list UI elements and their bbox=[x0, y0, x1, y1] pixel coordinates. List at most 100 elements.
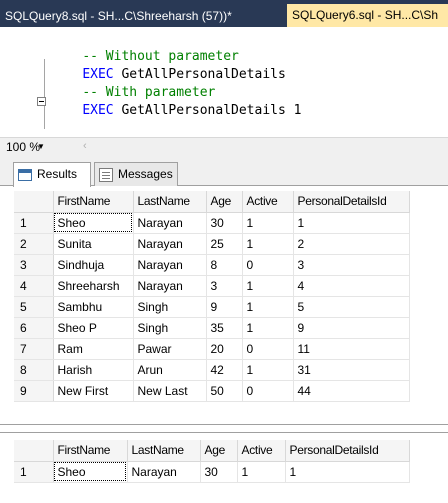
table-cell[interactable]: 1 bbox=[242, 317, 294, 339]
row-number[interactable]: 9 bbox=[14, 380, 54, 402]
code-line-1[interactable]: -- Without parameter bbox=[51, 30, 239, 64]
table-cell[interactable]: Ram bbox=[53, 338, 134, 360]
outline-guide-line bbox=[44, 59, 45, 129]
table-cell[interactable]: Narayan bbox=[133, 275, 207, 297]
table-row[interactable]: 1 Sheo Narayan 30 1 1 bbox=[14, 461, 410, 483]
table-cell[interactable]: Arun bbox=[133, 359, 207, 381]
table-cell[interactable]: 0 bbox=[242, 338, 294, 360]
table-cell[interactable]: Sambhu bbox=[53, 296, 134, 318]
table-cell[interactable]: 25 bbox=[206, 233, 243, 255]
table-cell[interactable]: Singh bbox=[133, 296, 207, 318]
row-number[interactable]: 7 bbox=[14, 338, 54, 360]
table-cell[interactable]: Sheo P bbox=[53, 317, 134, 339]
tab-sqlquery6[interactable]: SQLQuery6.sql - SH...C\Sh bbox=[287, 4, 448, 27]
table-cell[interactable]: 20 bbox=[206, 338, 243, 360]
column-header[interactable]: LastName bbox=[133, 191, 207, 213]
table-row[interactable]: 1 Sheo Narayan 30 1 1 bbox=[14, 212, 410, 234]
table-cell[interactable]: 31 bbox=[293, 359, 410, 381]
table-cell[interactable]: 1 bbox=[242, 359, 294, 381]
column-header[interactable]: FirstName bbox=[53, 440, 128, 462]
table-cell[interactable]: Singh bbox=[133, 317, 207, 339]
tab-sqlquery8[interactable]: SQLQuery8.sql - SH...C\Shreeharsh (57))* bbox=[0, 5, 287, 27]
table-cell[interactable]: 42 bbox=[206, 359, 243, 381]
table-cell[interactable]: Sindhuja bbox=[53, 254, 134, 276]
table-cell[interactable]: 1 bbox=[237, 461, 286, 483]
table-cell[interactable]: 50 bbox=[206, 380, 243, 402]
table-cell[interactable]: Narayan bbox=[133, 233, 207, 255]
table-cell[interactable]: 11 bbox=[293, 338, 410, 360]
table-cell[interactable]: Shreeharsh bbox=[53, 275, 134, 297]
table-cell[interactable]: 30 bbox=[200, 461, 238, 483]
table-cell[interactable]: Sunita bbox=[53, 233, 134, 255]
table-cell[interactable]: Sheo bbox=[53, 212, 134, 234]
row-number[interactable]: 1 bbox=[14, 212, 54, 234]
table-cell[interactable]: 1 bbox=[285, 461, 410, 483]
table-cell[interactable]: New Last bbox=[133, 380, 207, 402]
collapse-minus-icon[interactable] bbox=[37, 97, 46, 106]
table-cell[interactable]: 3 bbox=[206, 275, 243, 297]
table-cell[interactable]: New First bbox=[53, 380, 134, 402]
query-editor[interactable]: -- Without parameter EXEC GetAllPersonal… bbox=[0, 27, 448, 137]
table-cell[interactable]: Harish bbox=[53, 359, 134, 381]
table-cell[interactable]: 1 bbox=[242, 212, 294, 234]
result-table-1: FirstName LastName Age Active PersonalDe… bbox=[14, 191, 410, 402]
table-cell[interactable]: 1 bbox=[242, 233, 294, 255]
column-header[interactable]: LastName bbox=[127, 440, 201, 462]
code-line-4[interactable]: EXEC GetAllPersonalDetails 1 bbox=[51, 84, 301, 118]
table-cell[interactable]: 30 bbox=[206, 212, 243, 234]
column-header[interactable]: Age bbox=[200, 440, 238, 462]
result-grid-1[interactable]: FirstName LastName Age Active PersonalDe… bbox=[0, 187, 448, 425]
column-header[interactable]: PersonalDetailsId bbox=[293, 191, 410, 213]
table-cell[interactable]: 3 bbox=[293, 254, 410, 276]
row-header-corner[interactable] bbox=[14, 191, 54, 213]
row-number[interactable]: 4 bbox=[14, 275, 54, 297]
table-cell[interactable]: Pawar bbox=[133, 338, 207, 360]
procedure-call: GetAllPersonalDetails 1 bbox=[113, 103, 302, 118]
result-grid-2[interactable]: FirstName LastName Age Active PersonalDe… bbox=[0, 432, 448, 503]
row-number[interactable]: 6 bbox=[14, 317, 54, 339]
table-row[interactable]: 5 Sambhu Singh 9 1 5 bbox=[14, 296, 410, 318]
row-number[interactable]: 3 bbox=[14, 254, 54, 276]
table-row[interactable]: 6 Sheo P Singh 35 1 9 bbox=[14, 317, 410, 339]
column-header[interactable]: Age bbox=[206, 191, 243, 213]
table-cell[interactable]: 9 bbox=[293, 317, 410, 339]
code-line-2[interactable]: EXEC GetAllPersonalDetails bbox=[51, 48, 286, 82]
tab-messages[interactable]: Messages bbox=[94, 162, 178, 186]
table-row[interactable]: 2 Sunita Narayan 25 1 2 bbox=[14, 233, 410, 255]
table-row[interactable]: 9 New First New Last 50 0 44 bbox=[14, 380, 410, 402]
table-cell[interactable]: 1 bbox=[242, 275, 294, 297]
column-header[interactable]: FirstName bbox=[53, 191, 134, 213]
scroll-left-arrow-icon[interactable]: ‹ bbox=[83, 140, 87, 152]
table-row[interactable]: 4 Shreeharsh Narayan 3 1 4 bbox=[14, 275, 410, 297]
row-header-corner[interactable] bbox=[14, 440, 54, 462]
table-cell[interactable]: 2 bbox=[293, 233, 410, 255]
table-row[interactable]: 7 Ram Pawar 20 0 11 bbox=[14, 338, 410, 360]
table-row[interactable]: 3 Sindhuja Narayan 8 0 3 bbox=[14, 254, 410, 276]
table-cell[interactable]: 1 bbox=[293, 212, 410, 234]
zoom-level[interactable]: 100 % bbox=[6, 140, 40, 154]
table-cell[interactable]: Sheo bbox=[53, 461, 128, 483]
row-number[interactable]: 8 bbox=[14, 359, 54, 381]
zoom-dropdown-arrow-icon[interactable]: ▼ bbox=[37, 142, 45, 151]
row-number[interactable]: 1 bbox=[14, 461, 54, 483]
table-cell[interactable]: Narayan bbox=[127, 461, 201, 483]
table-cell[interactable]: 0 bbox=[242, 254, 294, 276]
table-cell[interactable]: 0 bbox=[242, 380, 294, 402]
table-cell[interactable]: 1 bbox=[242, 296, 294, 318]
table-cell[interactable]: 8 bbox=[206, 254, 243, 276]
code-line-3[interactable]: -- With parameter bbox=[51, 66, 215, 100]
table-cell[interactable]: Narayan bbox=[133, 254, 207, 276]
column-header[interactable]: Active bbox=[242, 191, 294, 213]
column-header[interactable]: Active bbox=[237, 440, 286, 462]
table-cell[interactable]: 35 bbox=[206, 317, 243, 339]
table-cell[interactable]: 5 bbox=[293, 296, 410, 318]
row-number[interactable]: 5 bbox=[14, 296, 54, 318]
column-header[interactable]: PersonalDetailsId bbox=[285, 440, 410, 462]
row-number[interactable]: 2 bbox=[14, 233, 54, 255]
table-cell[interactable]: 44 bbox=[293, 380, 410, 402]
tab-results[interactable]: Results bbox=[13, 162, 91, 187]
table-cell[interactable]: 4 bbox=[293, 275, 410, 297]
table-cell[interactable]: 9 bbox=[206, 296, 243, 318]
table-cell[interactable]: Narayan bbox=[133, 212, 207, 234]
table-row[interactable]: 8 Harish Arun 42 1 31 bbox=[14, 359, 410, 381]
